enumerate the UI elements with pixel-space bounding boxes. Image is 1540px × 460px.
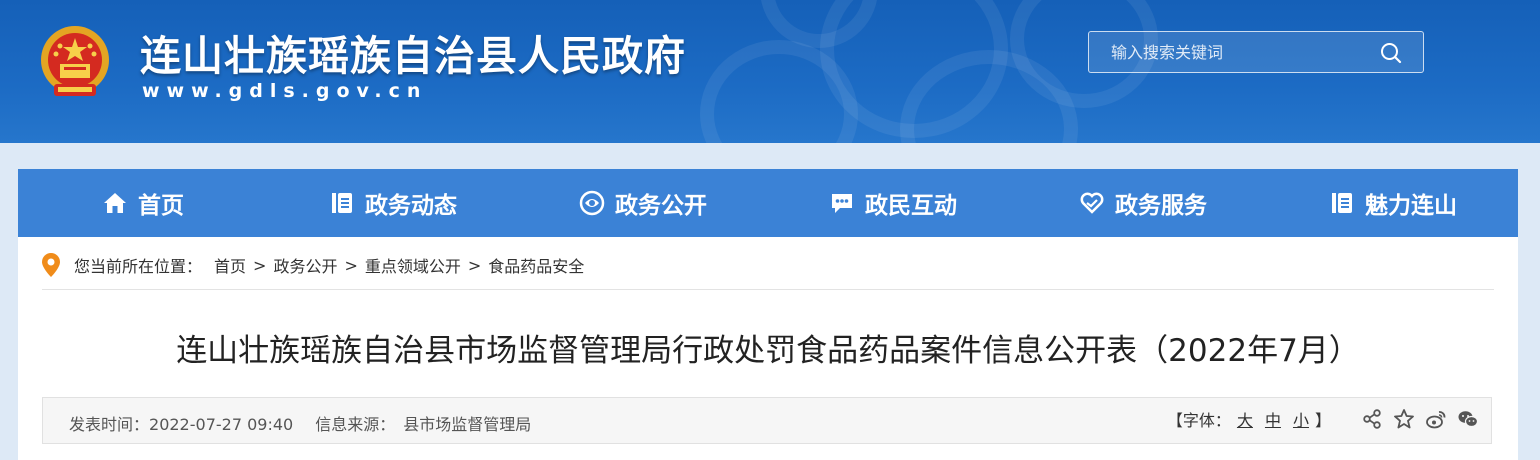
nav-item-charm[interactable]: 魅力连山	[1268, 169, 1518, 237]
breadcrumb-item-disclosure[interactable]: 政务公开	[273, 253, 337, 277]
document-list-icon	[1332, 193, 1352, 213]
star-icon[interactable]	[1393, 408, 1415, 430]
publish-time: 2022-07-27 09:40	[149, 415, 294, 434]
search-box	[1088, 31, 1424, 73]
eye-icon	[579, 190, 605, 216]
divider	[42, 289, 1494, 290]
weibo-icon[interactable]	[1425, 408, 1447, 430]
nav-item-label: 政务公开	[615, 193, 707, 219]
font-size-large[interactable]: 大	[1237, 407, 1253, 431]
share-icon[interactable]	[1361, 408, 1383, 430]
font-size-label-close: 】	[1314, 411, 1331, 430]
chat-icon	[832, 194, 852, 213]
site-url: www.gdls.gov.cn	[142, 80, 428, 102]
article-meta-bar: 发表时间：2022-07-27 09:40 信息来源： 县市场监督管理局 【字体： …	[42, 397, 1492, 444]
breadcrumb-prefix: 您当前所在位置：	[74, 257, 203, 276]
source-label: 信息来源：	[315, 415, 396, 434]
location-pin-icon	[42, 253, 60, 277]
nav-item-service[interactable]: 政务服务	[1018, 169, 1268, 237]
article-meta: 发表时间：2022-07-27 09:40 信息来源： 县市场监督管理局	[69, 411, 531, 435]
wechat-icon[interactable]	[1457, 408, 1479, 430]
site-header: 连山壮族瑶族自治县人民政府 www.gdls.gov.cn	[0, 0, 1540, 143]
breadcrumb-item-food-drug[interactable]: 食品药品安全	[488, 253, 584, 277]
nav-item-label: 首页	[138, 193, 184, 219]
nav-item-label: 政务服务	[1115, 193, 1207, 219]
nav-item-news[interactable]: 政务动态	[268, 169, 518, 237]
main-nav: 首页 政务动态 政务公开 政民互动 政务服务 魅力连山	[18, 169, 1518, 237]
nav-item-disclosure[interactable]: 政务公开	[518, 169, 768, 237]
nav-item-label: 政务动态	[365, 193, 457, 219]
heart-hands-icon	[1080, 192, 1104, 214]
font-size-label: 【字体：	[1166, 411, 1231, 430]
breadcrumb-separator: >	[253, 255, 267, 275]
breadcrumb-item-home[interactable]: 首页	[214, 253, 246, 277]
breadcrumb-item-key-areas[interactable]: 重点领域公开	[365, 253, 461, 277]
breadcrumb-separator: >	[467, 255, 482, 275]
source-value: 县市场监督管理局	[403, 415, 532, 434]
nav-item-home[interactable]: 首页	[18, 169, 268, 237]
breadcrumb: 您当前所在位置： 首页 > 政务公开 > 重点领域公开 > 食品药品安全	[40, 253, 584, 277]
share-icons	[1351, 408, 1479, 430]
font-size-small[interactable]: 小	[1293, 407, 1309, 431]
national-emblem-icon	[41, 26, 109, 96]
article-title: 连山壮族瑶族自治县市场监督管理局行政处罚食品药品案件信息公开表（2022年7月）	[176, 333, 1360, 369]
publish-time-label: 发表时间：	[69, 415, 150, 434]
breadcrumb-separator: >	[344, 255, 358, 275]
site-title: 连山壮族瑶族自治县人民政府	[140, 32, 686, 80]
document-list-icon	[332, 193, 352, 213]
content-panel: 您当前所在位置： 首页 > 政务公开 > 重点领域公开 > 食品药品安全 连山壮…	[18, 237, 1518, 460]
nav-item-interaction[interactable]: 政民互动	[768, 169, 1018, 237]
article-tools: 【字体： 大 中 小 】	[1167, 407, 1479, 431]
search-icon[interactable]	[1379, 41, 1403, 65]
home-icon	[104, 193, 126, 213]
nav-item-label: 政民互动	[865, 193, 957, 219]
font-size-medium[interactable]: 中	[1265, 407, 1281, 431]
nav-item-label: 魅力连山	[1365, 193, 1457, 219]
search-input[interactable]	[1089, 32, 1391, 72]
